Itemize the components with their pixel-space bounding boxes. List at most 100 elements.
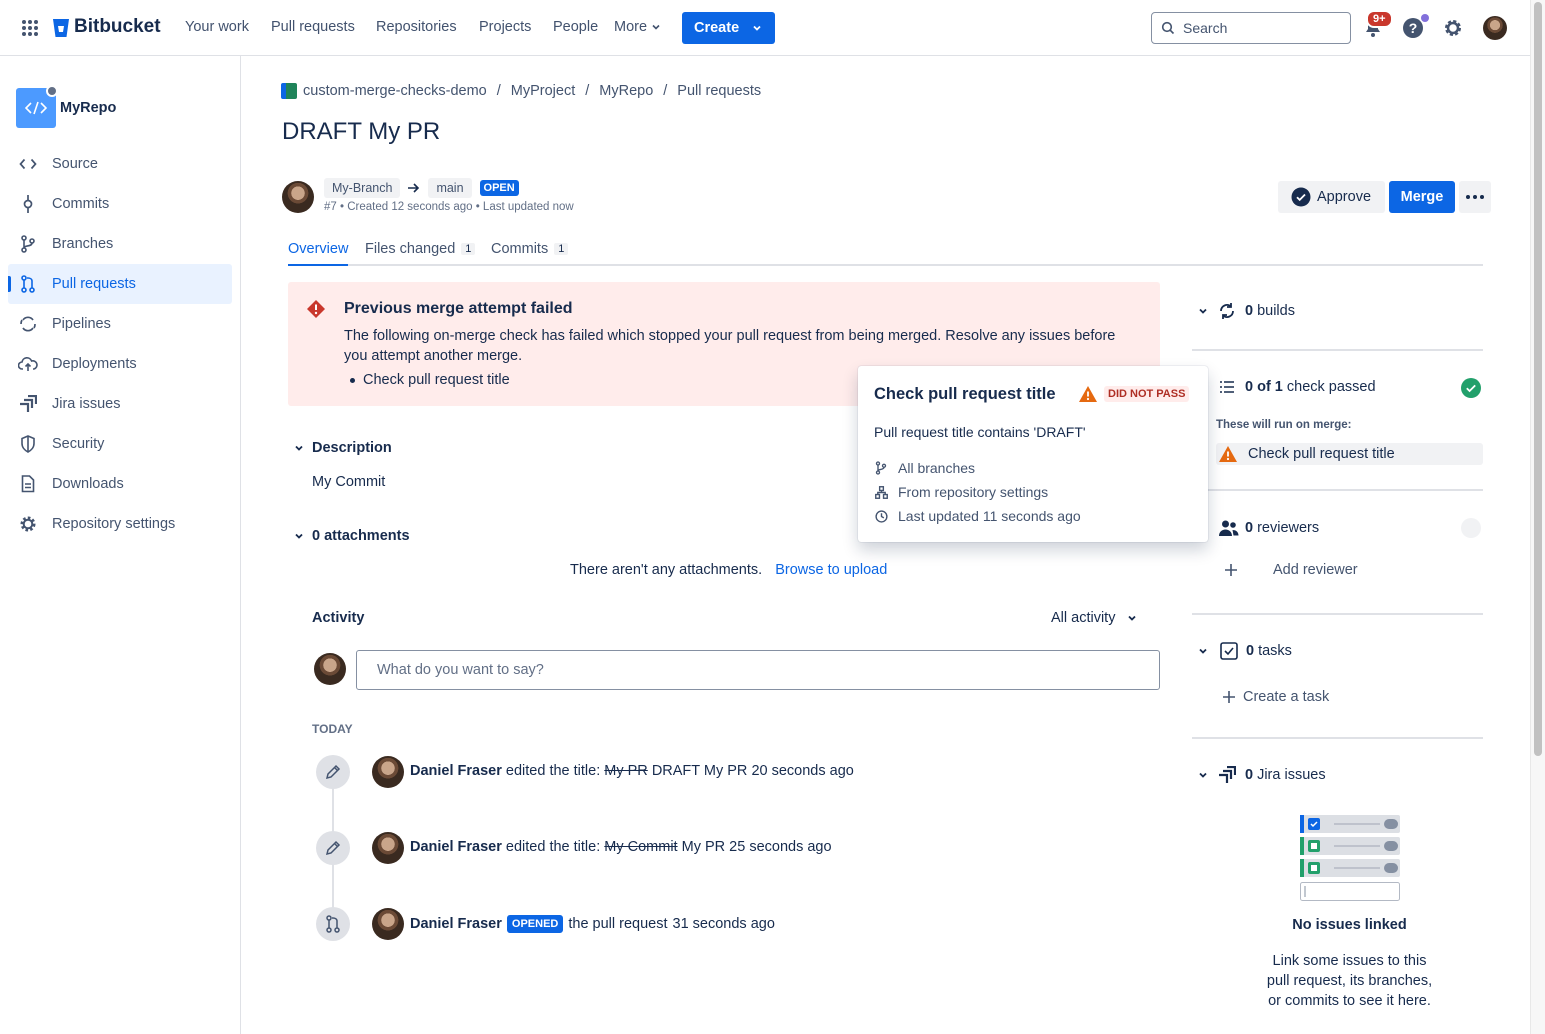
section-divider xyxy=(1192,349,1483,351)
profile-avatar[interactable] xyxy=(1483,16,1507,40)
reviewers-label: reviewers xyxy=(1257,520,1320,536)
help-dot-indicator xyxy=(1421,14,1429,22)
tab-overview[interactable]: Overview xyxy=(288,241,349,266)
warning-icon xyxy=(1219,446,1237,462)
sidebar-item-commits[interactable]: Commits xyxy=(8,184,232,224)
event-user[interactable]: Daniel Fraser xyxy=(410,916,502,932)
activity-filter-dropdown[interactable]: All activity xyxy=(1051,610,1137,626)
search-input[interactable]: Search xyxy=(1151,12,1351,44)
tasks-section[interactable]: 0 tasks xyxy=(1198,642,1292,660)
event-avatar[interactable] xyxy=(372,832,404,864)
chevron-down-icon xyxy=(1199,648,1207,654)
create-task-button[interactable]: Create a task xyxy=(1222,689,1329,705)
document-icon xyxy=(18,475,38,493)
alert-list-item: Check pull request title xyxy=(350,372,510,388)
sidebar-item-branches[interactable]: Branches xyxy=(8,224,232,264)
breadcrumb-workspace[interactable]: custom-merge-checks-demo xyxy=(303,83,487,99)
bitbucket-logo-icon[interactable] xyxy=(52,18,70,38)
page-scrollbar-thumb[interactable] xyxy=(1534,2,1542,756)
sidebar-item-jira-issues[interactable]: Jira issues xyxy=(8,384,232,424)
event-old-title: My PR xyxy=(604,763,648,779)
jira-icon xyxy=(18,395,38,413)
people-icon xyxy=(1219,520,1239,536)
tab-commits[interactable]: Commits 1 xyxy=(491,241,569,257)
tab-files-changed[interactable]: Files changed 1 xyxy=(365,241,476,257)
builds-section[interactable]: 0 builds xyxy=(1198,302,1295,320)
event-avatar[interactable] xyxy=(372,908,404,940)
comment-input[interactable]: What do you want to say? xyxy=(356,650,1160,690)
tasks-label: tasks xyxy=(1258,643,1292,659)
event-user[interactable]: Daniel Fraser xyxy=(410,763,502,779)
add-reviewer-button[interactable]: Add reviewer xyxy=(1224,562,1358,578)
clock-icon xyxy=(875,509,888,523)
check-status-lozenge: DID NOT PASS xyxy=(1104,386,1190,402)
more-actions-button[interactable] xyxy=(1459,181,1491,213)
breadcrumb-project[interactable]: MyProject xyxy=(511,83,575,99)
attachments-toggle[interactable]: 0 attachments xyxy=(294,528,410,544)
merge-button-label: Merge xyxy=(1400,189,1444,205)
nav-repositories[interactable]: Repositories xyxy=(376,19,457,35)
section-divider xyxy=(1192,489,1483,491)
check-details-popup: Check pull request title DID NOT PASS Pu… xyxy=(858,366,1208,542)
target-branch-chip[interactable]: main xyxy=(428,178,472,198)
settings-icon[interactable] xyxy=(1443,18,1463,38)
sidebar-item-source[interactable]: Source xyxy=(8,144,232,184)
help-icon[interactable]: ? xyxy=(1402,17,1424,39)
event-user[interactable]: Daniel Fraser xyxy=(410,839,502,855)
checks-count: 0 of 1 xyxy=(1245,379,1283,395)
bullet xyxy=(350,377,355,383)
attachments-empty-text: There aren't any attachments. xyxy=(570,562,763,578)
breadcrumb-separator: / xyxy=(663,83,668,99)
activity-event: Daniel Fraser edited the title: My Commi… xyxy=(410,839,832,855)
sidebar-item-repository-settings[interactable]: Repository settings xyxy=(8,504,232,544)
gear-icon xyxy=(18,515,38,533)
sidebar-item-pull-requests[interactable]: Pull requests xyxy=(8,264,232,304)
builds-refresh-icon xyxy=(1220,303,1234,319)
sidebar-item-label: Source xyxy=(52,156,98,172)
sidebar-item-deployments[interactable]: Deployments xyxy=(8,344,232,384)
create-button[interactable]: Create xyxy=(682,12,775,44)
page-title: DRAFT My PR xyxy=(282,118,441,145)
approve-button[interactable]: Approve xyxy=(1278,181,1385,213)
breadcrumb-repo[interactable]: MyRepo xyxy=(599,83,653,99)
merge-check-item[interactable]: Check pull request title xyxy=(1216,443,1483,465)
merge-button[interactable]: Merge xyxy=(1389,181,1455,213)
event-badge: OPENED xyxy=(506,915,564,933)
event-time: 20 seconds ago xyxy=(751,763,854,779)
jira-section[interactable]: 0 Jira issues xyxy=(1198,766,1326,784)
code-icon xyxy=(25,101,47,115)
sidebar-item-security[interactable]: Security xyxy=(8,424,232,464)
tab-label: Files changed xyxy=(365,241,456,257)
nav-projects[interactable]: Projects xyxy=(479,19,531,35)
nav-people[interactable]: People xyxy=(553,19,598,35)
nav-pull-requests[interactable]: Pull requests xyxy=(271,19,355,35)
brand-name[interactable]: Bitbucket xyxy=(74,16,161,38)
tasks-count: 0 xyxy=(1246,643,1255,659)
event-old-title: My Commit xyxy=(604,839,678,855)
warning-icon xyxy=(1078,385,1098,403)
app-switcher-icon[interactable] xyxy=(21,19,39,37)
code-icon xyxy=(18,157,38,171)
browse-to-upload-link[interactable]: Browse to upload xyxy=(775,562,887,578)
sidebar-item-label: Commits xyxy=(52,196,110,212)
repo-name[interactable]: MyRepo xyxy=(60,100,116,116)
sidebar-item-label: Downloads xyxy=(52,476,124,492)
nav-more[interactable]: More xyxy=(614,19,661,35)
task-checkbox-icon xyxy=(1220,642,1238,660)
error-icon xyxy=(306,299,326,319)
sidebar-item-pipelines[interactable]: Pipelines xyxy=(8,304,232,344)
more-icon xyxy=(1466,195,1484,199)
nav-your-work[interactable]: Your work xyxy=(185,19,249,35)
source-branch-chip[interactable]: My-Branch xyxy=(324,178,401,198)
builds-label: builds xyxy=(1257,303,1295,319)
description-text: My Commit xyxy=(312,474,386,490)
breadcrumb-pull-requests[interactable]: Pull requests xyxy=(677,83,761,99)
sidebar-item-downloads[interactable]: Downloads xyxy=(8,464,232,504)
cloud-upload-icon xyxy=(18,356,38,372)
notification-count-badge: 9+ xyxy=(1366,10,1393,28)
author-avatar[interactable] xyxy=(282,181,314,213)
jira-label: Jira issues xyxy=(1257,767,1326,783)
event-avatar[interactable] xyxy=(372,756,404,788)
checks-section[interactable]: 0 of 1 check passed xyxy=(1220,379,1376,395)
description-toggle[interactable]: Description xyxy=(294,440,392,456)
